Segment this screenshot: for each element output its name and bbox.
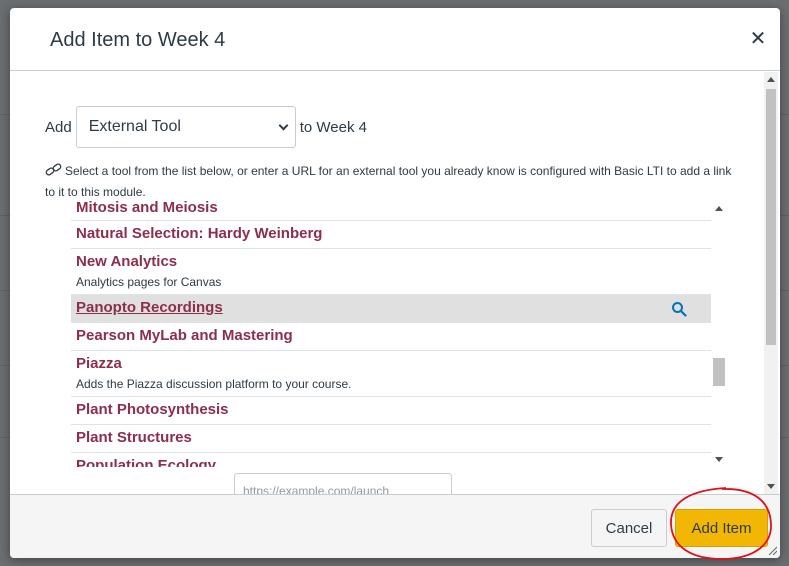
dialog-header: Add Item to Week 4 ✕	[10, 8, 780, 71]
scroll-down-arrow-icon[interactable]	[767, 484, 775, 489]
dialog-body-scrollbar[interactable]	[764, 72, 778, 494]
dialog-footer: Cancel Add Item	[10, 494, 780, 558]
tool-instructions-text: Select a tool from the list below, or en…	[45, 164, 732, 199]
add-prefix-label: Add	[45, 118, 72, 136]
tool-list-item[interactable]: Population Ecology	[71, 453, 711, 467]
tool-list-item[interactable]: Panopto Recordings	[71, 295, 711, 323]
tool-list: Mitosis and Meiosis Natural Selection: Ha…	[71, 201, 726, 467]
tool-name-link[interactable]: Pearson MyLab and Mastering	[76, 327, 293, 344]
tool-name-link[interactable]: Population Ecology	[76, 457, 216, 467]
chevron-down-icon	[278, 120, 289, 130]
dialog-title: Add Item to Week 4	[50, 29, 226, 51]
item-type-select[interactable]: External Tool	[75, 106, 296, 148]
tool-list-item[interactable]: Plant Photosynthesis	[71, 397, 711, 425]
link-icon	[45, 163, 62, 176]
close-icon[interactable]: ✕	[748, 28, 768, 50]
dialog-body: Add External Tool to Week 4 Select a too…	[10, 72, 780, 494]
tool-list-item[interactable]: New Analytics Analytics pages for Canvas	[71, 249, 711, 295]
add-item-button[interactable]: Add Item	[675, 509, 768, 547]
tool-name-link[interactable]: Natural Selection: Hardy Weinberg	[76, 225, 322, 242]
resize-grip-icon[interactable]	[767, 545, 777, 555]
tool-name-link[interactable]: Plant Structures	[76, 429, 192, 446]
tool-name-link[interactable]: Plant Photosynthesis	[76, 401, 229, 418]
tool-name-link[interactable]: Piazza	[76, 355, 122, 372]
tool-description: Adds the Piazza discussion platform to y…	[76, 377, 352, 391]
scrollbar-thumb[interactable]	[766, 89, 776, 345]
scroll-up-arrow-icon[interactable]	[767, 77, 775, 82]
scroll-down-arrow-icon[interactable]	[715, 457, 723, 462]
cancel-button[interactable]: Cancel	[591, 509, 667, 547]
tool-description: Analytics pages for Canvas	[76, 275, 222, 289]
tool-list-item[interactable]: Plant Structures	[71, 425, 711, 453]
tool-name-link[interactable]: New Analytics	[76, 253, 177, 270]
scrollbar-thumb[interactable]	[713, 358, 725, 386]
tool-list-item[interactable]: Mitosis and Meiosis	[71, 201, 711, 221]
tool-items: Mitosis and Meiosis Natural Selection: Ha…	[71, 201, 711, 467]
add-suffix-label: to Week 4	[299, 118, 367, 136]
tool-list-item[interactable]: Pearson MyLab and Mastering	[71, 323, 711, 351]
tool-name-link[interactable]: Panopto Recordings	[76, 299, 223, 316]
tool-instructions: Select a tool from the list below, or en…	[45, 161, 735, 203]
scroll-up-arrow-icon[interactable]	[715, 206, 723, 211]
search-icon[interactable]	[671, 301, 687, 317]
tool-list-scrollbar[interactable]	[712, 201, 726, 467]
tool-list-item[interactable]: Natural Selection: Hardy Weinberg	[71, 221, 711, 249]
tool-list-item[interactable]: Piazza Adds the Piazza discussion platfor…	[71, 351, 711, 397]
add-item-dialog: Add Item to Week 4 ✕ Add External Tool t…	[10, 8, 780, 558]
item-type-value: External Tool	[88, 118, 181, 135]
tool-url-input[interactable]: https://example.com/launch	[234, 473, 452, 494]
add-type-row: Add External Tool to Week 4	[45, 106, 367, 148]
tool-name-link[interactable]: Mitosis and Meiosis	[76, 201, 218, 216]
